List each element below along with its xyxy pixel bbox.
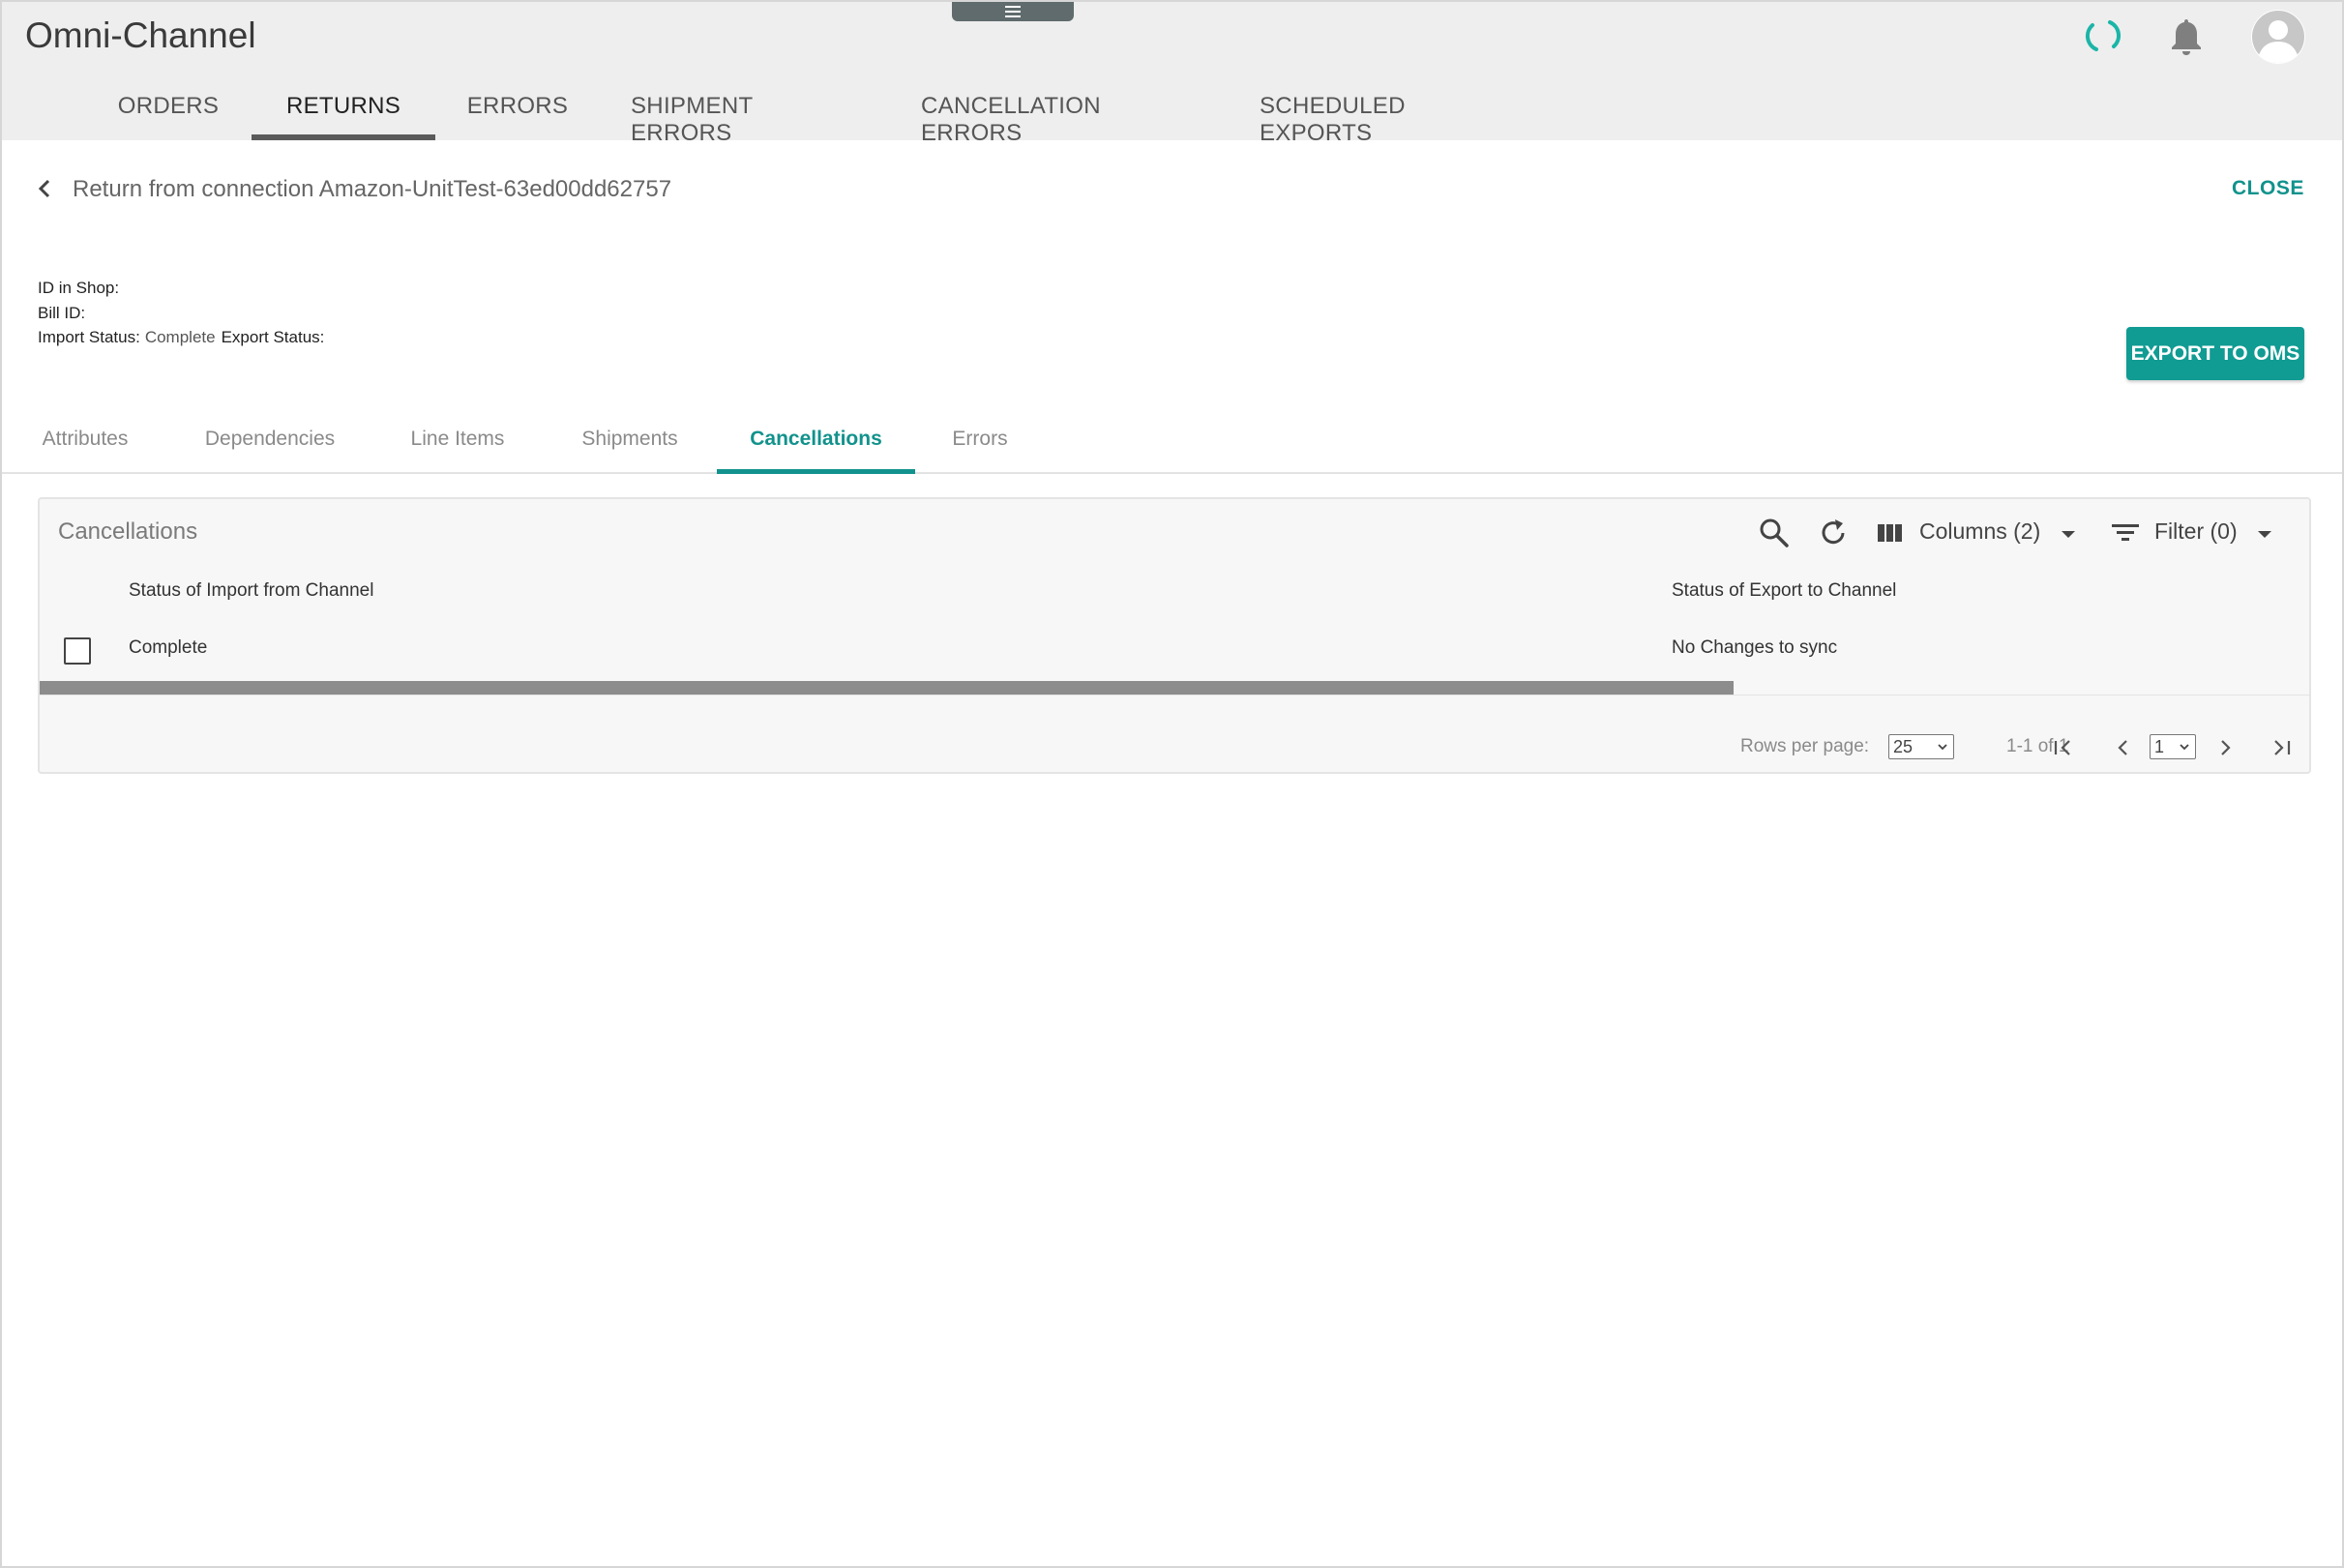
- bill-id-label: Bill ID:: [38, 304, 86, 322]
- import-status-value: Complete: [144, 328, 216, 346]
- menu-toggle-button[interactable]: [952, 2, 1074, 21]
- columns-icon[interactable]: [1876, 517, 1905, 549]
- search-icon[interactable]: [1758, 517, 1791, 549]
- rows-per-page-label: Rows per page:: [1740, 736, 1870, 756]
- last-page-icon[interactable]: [2270, 734, 2295, 761]
- tab-errors-detail[interactable]: Errors: [948, 418, 1012, 474]
- user-avatar[interactable]: [2251, 10, 2305, 64]
- rows-per-page-value: 25: [1893, 736, 1914, 756]
- bill-id-field: Bill ID:: [38, 304, 85, 323]
- page-select[interactable]: 1: [2150, 734, 2196, 759]
- column-header-import-status[interactable]: Status of Import from Channel: [129, 580, 373, 602]
- tab-shipments[interactable]: Shipments: [579, 418, 681, 474]
- filter-icon[interactable]: [2109, 517, 2142, 549]
- close-button[interactable]: CLOSE: [2232, 177, 2304, 200]
- bell-icon[interactable]: [2167, 15, 2206, 56]
- chevron-left-icon[interactable]: [35, 176, 54, 201]
- tab-errors[interactable]: ERRORS: [464, 87, 571, 140]
- menu-icon: [1005, 11, 1021, 13]
- table-title: Cancellations: [58, 518, 198, 545]
- horizontal-scrollbar[interactable]: [40, 681, 1734, 695]
- filter-button[interactable]: Filter (0): [2154, 518, 2238, 545]
- table-cell-export-status: No Changes to sync: [1672, 637, 1838, 658]
- app-header: Omni-Channel ORDERS RETURNS ERRORS SHIPM…: [2, 2, 2342, 146]
- tab-cancellations[interactable]: Cancellations: [717, 418, 915, 474]
- page-select-value: 1: [2154, 736, 2165, 756]
- cancellations-table-card: Cancellations Columns (2) Filter (0) Sta…: [38, 497, 2311, 774]
- rows-per-page-select[interactable]: 25: [1888, 734, 1954, 759]
- tab-orders[interactable]: ORDERS: [116, 87, 221, 140]
- first-page-icon[interactable]: [2051, 734, 2076, 761]
- loading-icon: [2085, 20, 2121, 51]
- page-title: Return from connection Amazon-UnitTest-6…: [73, 176, 672, 202]
- next-page-icon[interactable]: [2213, 734, 2239, 761]
- export-to-oms-button[interactable]: EXPORT TO OMS: [2126, 327, 2304, 380]
- tab-returns[interactable]: RETURNS: [252, 87, 435, 140]
- id-in-shop-field: ID in Shop:: [38, 279, 119, 298]
- column-header-export-status[interactable]: Status of Export to Channel: [1672, 580, 1896, 602]
- chevron-down-icon: [1938, 744, 1947, 751]
- app-title: Omni-Channel: [25, 15, 256, 55]
- chevron-down-icon: [2180, 744, 2189, 751]
- tab-line-items[interactable]: Line Items: [408, 418, 507, 474]
- tab-cancellation-errors[interactable]: CANCELLATION ERRORS: [921, 87, 1197, 146]
- tab-dependencies[interactable]: Dependencies: [203, 418, 337, 474]
- dropdown-arrow-icon[interactable]: [2253, 517, 2276, 549]
- row-checkbox[interactable]: [64, 637, 91, 665]
- refresh-icon[interactable]: [1817, 517, 1850, 549]
- pagination-bar: Rows per page: 25 1-1 of 1 1: [40, 695, 2309, 772]
- status-fields: Import Status: Complete Export Status:: [38, 328, 324, 347]
- previous-page-icon[interactable]: [2110, 734, 2135, 761]
- dropdown-arrow-icon[interactable]: [2057, 517, 2080, 549]
- tab-scheduled-exports[interactable]: SCHEDULED EXPORTS: [1260, 87, 1515, 146]
- detail-tabs: Attributes Dependencies Line Items Shipm…: [2, 418, 2342, 474]
- main-navigation: ORDERS RETURNS ERRORS SHIPMENT ERRORS CA…: [2, 87, 2342, 146]
- user-avatar-icon: [2252, 11, 2304, 63]
- tab-shipment-errors[interactable]: SHIPMENT ERRORS: [631, 87, 859, 146]
- export-status-label: Export Status:: [221, 328, 325, 346]
- columns-button[interactable]: Columns (2): [1919, 518, 2040, 545]
- table-cell-import-status: Complete: [129, 637, 208, 658]
- import-status-label: Import Status:: [38, 328, 140, 346]
- tab-attributes[interactable]: Attributes: [39, 418, 132, 474]
- id-in-shop-label: ID in Shop:: [38, 279, 120, 297]
